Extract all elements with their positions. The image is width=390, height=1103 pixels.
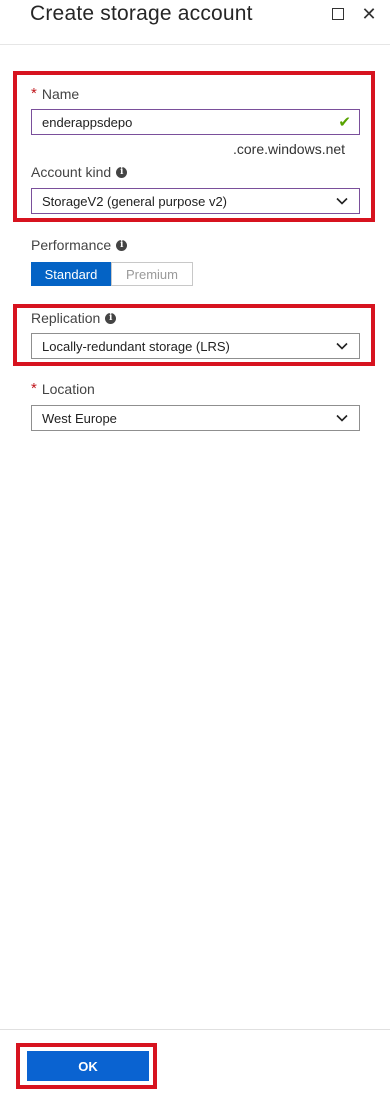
performance-premium-option[interactable]: Premium xyxy=(111,262,193,286)
location-label-row: * Location xyxy=(31,380,95,397)
chevron-down-icon xyxy=(336,414,348,422)
replication-label-row: Replication i xyxy=(31,310,117,326)
replication-label: Replication xyxy=(31,310,101,326)
name-input[interactable]: enderappsdepo ✔ xyxy=(31,109,360,135)
info-icon[interactable]: i xyxy=(105,312,117,324)
account-kind-select[interactable]: StorageV2 (general purpose v2) xyxy=(31,188,360,214)
name-value: enderappsdepo xyxy=(42,114,133,130)
blade-header: Create storage account ✕ xyxy=(0,0,390,45)
location-value: West Europe xyxy=(42,410,117,426)
page-title: Create storage account xyxy=(30,2,253,25)
required-mark: * xyxy=(31,380,37,397)
info-icon[interactable]: i xyxy=(116,166,128,178)
maximize-button[interactable] xyxy=(328,4,348,24)
account-kind-value: StorageV2 (general purpose v2) xyxy=(42,193,228,209)
location-select[interactable]: West Europe xyxy=(31,405,360,431)
footer-divider xyxy=(0,1029,390,1030)
replication-value: Locally-redundant storage (LRS) xyxy=(42,338,230,354)
name-label: Name xyxy=(41,85,80,102)
required-mark: * xyxy=(31,85,37,102)
chevron-down-icon xyxy=(336,197,348,205)
location-label: Location xyxy=(41,380,95,397)
account-kind-label-row: Account kind i xyxy=(31,164,128,180)
checkmark-icon: ✔ xyxy=(338,114,351,131)
info-icon[interactable]: i xyxy=(116,239,128,251)
close-icon: ✕ xyxy=(361,4,377,24)
performance-standard-option[interactable]: Standard xyxy=(31,262,111,286)
replication-select[interactable]: Locally-redundant storage (LRS) xyxy=(31,333,360,359)
performance-label: Performance xyxy=(31,237,112,253)
name-domain-suffix: .core.windows.net xyxy=(233,141,346,157)
maximize-icon xyxy=(332,8,344,20)
name-label-row: * Name xyxy=(31,85,79,102)
chevron-down-icon xyxy=(336,342,348,350)
account-kind-label: Account kind xyxy=(31,164,112,180)
performance-label-row: Performance i xyxy=(31,237,128,253)
close-button[interactable]: ✕ xyxy=(359,4,379,24)
ok-button[interactable]: OK xyxy=(27,1051,149,1081)
